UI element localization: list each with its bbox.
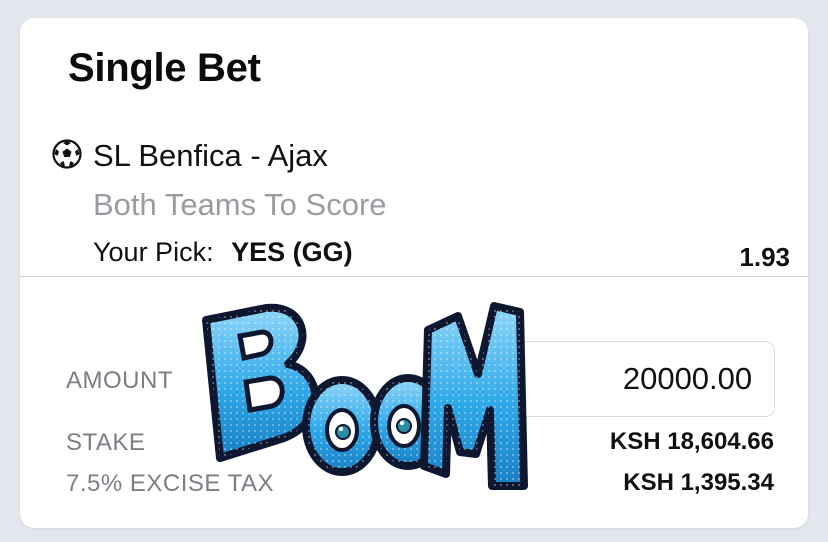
stake-value: KSH 18,604.66 <box>609 428 774 455</box>
bet-type-title: Single Bet <box>68 46 261 90</box>
excise-tax-value: KSH 1,395.34 <box>623 469 774 496</box>
market-name: Both Teams To Score <box>93 187 387 222</box>
divider <box>20 276 808 277</box>
boom-sticker <box>202 302 528 490</box>
stake-label: STAKE <box>66 429 146 456</box>
bet-slip-card: Single Bet SL Benfica - Ajax Both Teams … <box>20 18 808 528</box>
pick-label: Your Pick: <box>93 237 214 267</box>
pick-row: Your Pick: YES (GG) <box>93 235 353 269</box>
match-name: SL Benfica - Ajax <box>93 138 328 173</box>
odds-value: 1.93 <box>739 242 790 272</box>
amount-label: AMOUNT <box>66 367 173 394</box>
pick-value: YES (GG) <box>231 237 353 267</box>
soccer-ball-icon <box>52 139 82 169</box>
